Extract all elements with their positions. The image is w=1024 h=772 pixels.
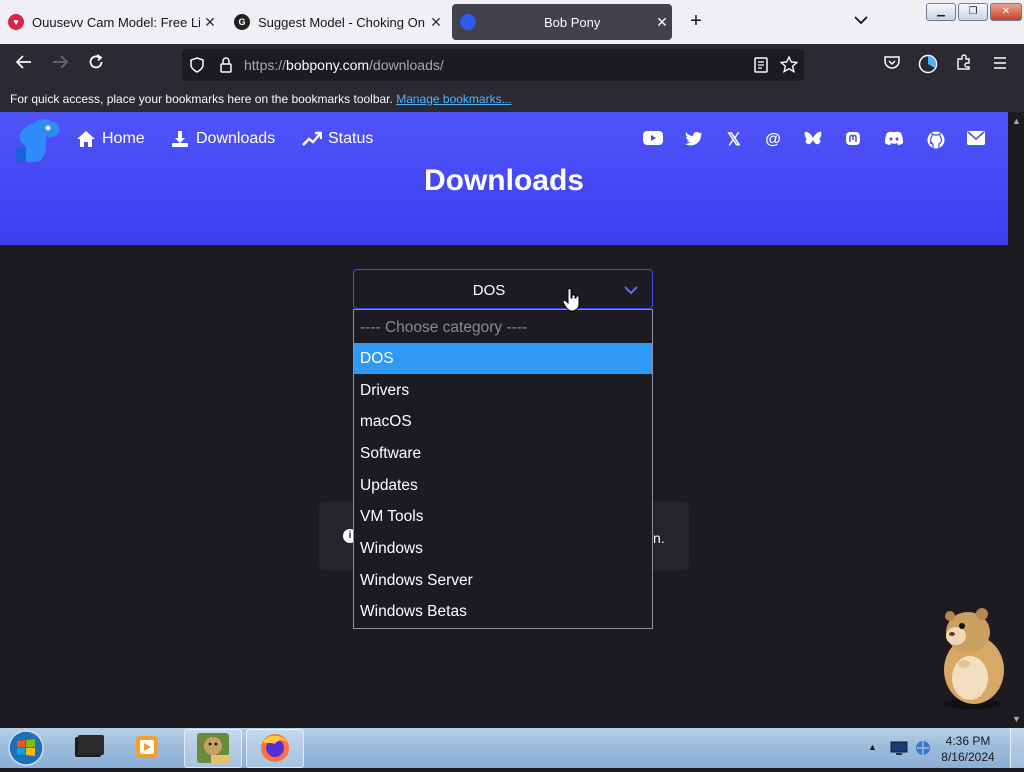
site-header: Home Downloads Status 𝕏 @ Downloads xyxy=(0,112,1008,245)
option-software[interactable]: Software xyxy=(354,438,652,469)
media-player-icon[interactable] xyxy=(132,732,162,767)
lock-icon[interactable] xyxy=(220,57,232,78)
option-windows-server[interactable]: Windows Server xyxy=(354,565,652,596)
category-dropdown: ---- Choose category ---- DOS Drivers ma… xyxy=(353,309,653,629)
nav-home-label: Home xyxy=(102,130,145,147)
tab-title: Ouusevv Cam Model: Free Live xyxy=(32,14,200,30)
bookmarks-toolbar: For quick access, place your bookmarks h… xyxy=(0,86,1024,112)
forward-icon[interactable] xyxy=(48,54,72,76)
list-all-tabs-icon[interactable] xyxy=(854,12,868,28)
option-updates[interactable]: Updates xyxy=(354,470,652,501)
threads-icon[interactable]: @ xyxy=(763,131,783,149)
tab-1[interactable]: ♥ Ouusevv Cam Model: Free Live ✕ xyxy=(0,4,220,40)
mastodon-icon[interactable] xyxy=(843,131,863,149)
reload-icon[interactable] xyxy=(84,54,108,76)
account-icon[interactable] xyxy=(916,54,940,76)
taskbar-firefox[interactable] xyxy=(246,729,304,768)
reader-view-icon[interactable] xyxy=(754,57,768,78)
option-dos[interactable]: DOS xyxy=(354,343,652,374)
email-icon[interactable] xyxy=(966,131,986,149)
heart-favicon-icon: ♥ xyxy=(8,14,24,30)
extensions-icon[interactable] xyxy=(952,54,976,76)
close-tab-icon[interactable]: ✕ xyxy=(426,14,446,31)
download-icon xyxy=(170,130,190,148)
nav-downloads[interactable]: Downloads xyxy=(170,130,275,148)
tab-strip: ♥ Ouusevv Cam Model: Free Live ✕ G Sugge… xyxy=(0,0,1024,44)
scroll-down-icon[interactable]: ▼ xyxy=(1012,714,1021,724)
github-icon[interactable] xyxy=(926,131,946,149)
url-path: /downloads/ xyxy=(369,57,444,73)
nav-downloads-label: Downloads xyxy=(196,130,276,147)
category-select[interactable]: DOS xyxy=(353,269,653,309)
hamster-mascot-image xyxy=(926,606,1012,710)
tray-expand-icon[interactable]: ▲ xyxy=(868,742,877,752)
scroll-up-icon[interactable]: ▲ xyxy=(1012,116,1021,126)
home-icon xyxy=(76,130,96,148)
pocket-icon[interactable] xyxy=(880,54,904,76)
nav-status-label: Status xyxy=(328,130,374,147)
url-scheme: https:// xyxy=(244,57,287,73)
clock-time: 4:36 PM xyxy=(945,734,991,748)
chevron-down-icon xyxy=(624,282,638,300)
bobpony-favicon-icon xyxy=(460,14,476,30)
bookmarks-hint-text: For quick access, place your bookmarks h… xyxy=(10,92,393,106)
address-bar[interactable]: https://bobpony.com/downloads/ xyxy=(182,49,804,81)
twitter-icon[interactable] xyxy=(684,131,704,149)
bobpony-logo-icon[interactable] xyxy=(12,116,64,171)
url-host: bobpony.com xyxy=(286,57,370,73)
tab-title: Bob Pony xyxy=(544,14,601,30)
tab-title: Suggest Model - Choking On I xyxy=(258,14,426,30)
nav-toolbar: https://bobpony.com/downloads/ xyxy=(0,44,1024,86)
taskbar: ▲ 4:36 PM 8/16/2024 xyxy=(0,728,1024,768)
shield-icon[interactable] xyxy=(190,57,204,78)
tab-3-active[interactable]: Bob Pony ✕ xyxy=(452,4,672,40)
option-vm-tools[interactable]: VM Tools xyxy=(354,501,652,532)
info-panel-text: n. xyxy=(653,530,665,546)
option-placeholder[interactable]: ---- Choose category ---- xyxy=(354,312,652,343)
nav-status[interactable]: Status xyxy=(302,130,373,148)
close-tab-icon[interactable]: ✕ xyxy=(200,14,220,31)
close-tab-icon[interactable]: ✕ xyxy=(652,14,672,31)
discord-icon[interactable] xyxy=(884,131,904,149)
clock-date: 8/16/2024 xyxy=(941,750,995,764)
start-button[interactable] xyxy=(6,729,46,772)
url-text[interactable]: https://bobpony.com/downloads/ xyxy=(244,57,444,73)
x-icon[interactable]: 𝕏 xyxy=(724,131,744,149)
trend-icon xyxy=(302,130,322,148)
option-windows[interactable]: Windows xyxy=(354,533,652,564)
hand-cursor-icon xyxy=(562,288,581,317)
bluesky-icon[interactable] xyxy=(803,131,823,149)
bookmarks-hint: For quick access, place your bookmarks h… xyxy=(10,92,512,106)
g-favicon-icon: G xyxy=(234,14,250,30)
option-macos[interactable]: macOS xyxy=(354,406,652,437)
display-tray-icon[interactable] xyxy=(890,740,908,761)
network-tray-icon[interactable] xyxy=(914,740,932,761)
page-title: Downloads xyxy=(423,164,584,197)
tab-2[interactable]: G Suggest Model - Choking On I ✕ xyxy=(226,4,446,40)
terminal-app-icon[interactable] xyxy=(72,732,106,767)
new-tab-button[interactable]: + xyxy=(684,10,708,33)
menu-icon[interactable] xyxy=(988,54,1012,76)
back-icon[interactable] xyxy=(12,54,36,76)
youtube-icon[interactable] xyxy=(643,131,663,149)
category-select-value: DOS xyxy=(472,282,506,299)
manage-bookmarks-link[interactable]: Manage bookmarks... xyxy=(396,92,511,106)
minimize-button[interactable]: ▁ xyxy=(926,3,956,21)
taskbar-app-box[interactable] xyxy=(184,729,242,768)
option-drivers[interactable]: Drivers xyxy=(354,375,652,406)
close-window-button[interactable]: ✕ xyxy=(990,3,1022,21)
nav-home[interactable]: Home xyxy=(76,130,145,148)
restore-button[interactable]: ❐ xyxy=(958,3,988,21)
bookmark-star-icon[interactable] xyxy=(779,55,799,78)
taskbar-clock[interactable]: 4:36 PM 8/16/2024 xyxy=(938,733,998,765)
site-nav: Home Downloads Status 𝕏 @ xyxy=(0,112,1008,166)
option-windows-betas[interactable]: Windows Betas xyxy=(354,596,652,627)
show-desktop-button[interactable] xyxy=(1010,728,1024,768)
